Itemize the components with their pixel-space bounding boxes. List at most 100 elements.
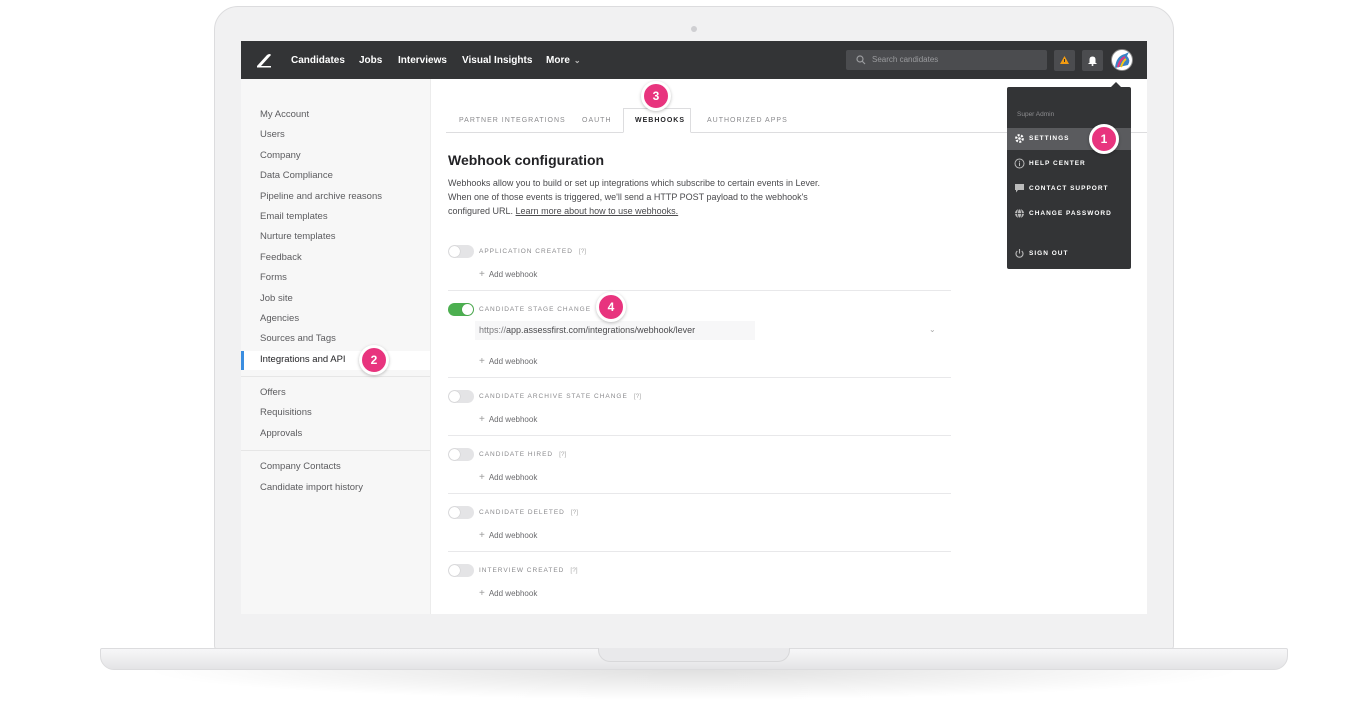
step-badge-1: 1 bbox=[1089, 124, 1119, 154]
role-label: Super Admin bbox=[1017, 111, 1055, 118]
sidebar-divider bbox=[241, 376, 430, 377]
search-icon bbox=[856, 55, 866, 65]
help-link[interactable]: [?] bbox=[579, 248, 586, 255]
plus-icon: + bbox=[479, 530, 485, 541]
sidebar-item-nurture-templates[interactable]: Nurture templates bbox=[260, 231, 336, 242]
help-link[interactable]: [?] bbox=[571, 509, 578, 516]
add-webhook-button[interactable]: + Add webhook bbox=[479, 588, 537, 599]
candidate-hired-toggle[interactable] bbox=[448, 448, 474, 461]
nav-interviews[interactable]: Interviews bbox=[398, 41, 447, 79]
search-input[interactable]: Search candidates bbox=[846, 50, 1047, 70]
info-icon bbox=[1014, 158, 1025, 169]
webhook-url-field[interactable]: https://app.assessfirst.com/integrations… bbox=[475, 321, 755, 340]
tab-webhooks[interactable]: WEBHOOKS bbox=[635, 117, 685, 124]
app-screen: Candidates Jobs Interviews Visual Insigh… bbox=[241, 41, 1147, 614]
page-title: Webhook configuration bbox=[448, 152, 605, 168]
menu-item-change-password[interactable]: CHANGE PASSWORD bbox=[1007, 203, 1131, 225]
help-link[interactable]: [?] bbox=[559, 451, 566, 458]
notifications-button[interactable] bbox=[1082, 50, 1103, 71]
event-label: CANDIDATE STAGE CHANGE bbox=[479, 306, 592, 313]
row-divider bbox=[448, 290, 951, 291]
toggle-knob bbox=[449, 507, 460, 518]
application-created-toggle[interactable] bbox=[448, 245, 474, 258]
step-badge-3: 3 bbox=[641, 81, 671, 111]
sidebar-item-users[interactable]: Users bbox=[260, 129, 285, 140]
add-webhook-button[interactable]: + Add webhook bbox=[479, 356, 537, 367]
menu-item-label: HELP CENTER bbox=[1029, 160, 1086, 167]
toggle-knob bbox=[449, 565, 460, 576]
laptop-notch bbox=[598, 648, 790, 662]
top-navigation-bar: Candidates Jobs Interviews Visual Insigh… bbox=[241, 41, 1147, 79]
nav-jobs[interactable]: Jobs bbox=[359, 41, 382, 79]
sidebar-item-my-account[interactable]: My Account bbox=[260, 109, 309, 120]
help-link[interactable]: [?] bbox=[634, 393, 641, 400]
gear-icon bbox=[1015, 134, 1024, 143]
tab-oauth[interactable]: OAUTH bbox=[582, 117, 612, 124]
interview-created-toggle[interactable] bbox=[448, 564, 474, 577]
event-name: APPLICATION CREATED bbox=[479, 248, 573, 255]
camera-icon bbox=[691, 26, 697, 32]
sidebar-item-integrations-api[interactable]: Integrations and API bbox=[260, 354, 346, 365]
row-divider bbox=[448, 493, 951, 494]
add-webhook-button[interactable]: + Add webhook bbox=[479, 269, 537, 280]
sidebar-divider bbox=[241, 450, 430, 451]
nav-more-label: More bbox=[546, 55, 570, 66]
power-icon bbox=[1015, 249, 1024, 258]
sidebar-item-agencies[interactable]: Agencies bbox=[260, 313, 299, 324]
add-webhook-button[interactable]: + Add webhook bbox=[479, 414, 537, 425]
tab-authorized-apps[interactable]: AUTHORIZED APPS bbox=[707, 117, 788, 124]
candidate-archive-state-change-toggle[interactable] bbox=[448, 390, 474, 403]
menu-item-label: CHANGE PASSWORD bbox=[1029, 210, 1112, 217]
sidebar-item-candidate-import-history[interactable]: Candidate import history bbox=[260, 482, 363, 493]
lever-logo-icon[interactable] bbox=[255, 52, 273, 68]
tab-partner-integrations[interactable]: PARTNER INTEGRATIONS bbox=[459, 117, 566, 124]
laptop-shadow bbox=[140, 670, 1248, 700]
warning-button[interactable] bbox=[1054, 50, 1075, 71]
settings-sidebar: My Account Users Company Data Compliance… bbox=[241, 79, 431, 614]
menu-item-contact-support[interactable]: CONTACT SUPPORT bbox=[1007, 178, 1131, 200]
nav-candidates[interactable]: Candidates bbox=[291, 41, 345, 79]
plus-icon: + bbox=[479, 269, 485, 280]
plus-icon: + bbox=[479, 414, 485, 425]
help-link[interactable]: [?] bbox=[570, 567, 577, 574]
candidate-stage-change-toggle[interactable] bbox=[448, 303, 474, 316]
plus-icon: + bbox=[479, 356, 485, 367]
sidebar-item-feedback[interactable]: Feedback bbox=[260, 252, 302, 263]
menu-item-help-center[interactable]: HELP CENTER bbox=[1007, 153, 1131, 175]
add-webhook-label: Add webhook bbox=[488, 589, 538, 598]
sidebar-item-forms[interactable]: Forms bbox=[260, 272, 287, 283]
unicorn-avatar-icon bbox=[1115, 52, 1130, 68]
add-webhook-label: Add webhook bbox=[488, 415, 538, 424]
learn-more-link[interactable]: Learn more about how to use webhooks. bbox=[516, 206, 679, 216]
user-dropdown-menu: Super Admin SETTINGS HELP CENTER CONTACT… bbox=[1007, 87, 1131, 269]
add-webhook-label: Add webhook bbox=[488, 531, 538, 540]
sidebar-item-offers[interactable]: Offers bbox=[260, 387, 286, 398]
sidebar-item-approvals[interactable]: Approvals bbox=[260, 428, 302, 439]
menu-item-sign-out[interactable]: SIGN OUT bbox=[1007, 243, 1131, 265]
nav-more[interactable]: More ⌄ bbox=[546, 41, 581, 79]
sidebar-item-email-templates[interactable]: Email templates bbox=[260, 211, 328, 222]
step-badge-4: 4 bbox=[596, 292, 626, 322]
add-webhook-button[interactable]: + Add webhook bbox=[479, 530, 537, 541]
event-name: CANDIDATE ARCHIVE STATE CHANGE bbox=[479, 393, 628, 400]
sidebar-item-data-compliance[interactable]: Data Compliance bbox=[260, 170, 333, 181]
nav-visual-insights[interactable]: Visual Insights bbox=[462, 41, 532, 79]
chevron-down-icon[interactable]: ⌄ bbox=[929, 325, 936, 334]
plus-icon: + bbox=[479, 588, 485, 599]
sidebar-item-sources-tags[interactable]: Sources and Tags bbox=[260, 333, 336, 344]
step-badge-2: 2 bbox=[359, 345, 389, 375]
add-webhook-button[interactable]: + Add webhook bbox=[479, 472, 537, 483]
candidate-deleted-toggle[interactable] bbox=[448, 506, 474, 519]
avatar[interactable] bbox=[1111, 49, 1133, 71]
event-label: CANDIDATE HIRED [?] bbox=[479, 451, 566, 458]
sidebar-item-company-contacts[interactable]: Company Contacts bbox=[260, 461, 341, 472]
plus-icon: + bbox=[479, 472, 485, 483]
sidebar-item-pipeline-archive-reasons[interactable]: Pipeline and archive reasons bbox=[260, 191, 382, 202]
sidebar-item-company[interactable]: Company bbox=[260, 150, 301, 161]
menu-item-label: SIGN OUT bbox=[1029, 250, 1069, 257]
row-divider bbox=[448, 377, 951, 378]
add-webhook-label: Add webhook bbox=[488, 357, 538, 366]
sidebar-item-job-site[interactable]: Job site bbox=[260, 293, 293, 304]
event-name: INTERVIEW CREATED bbox=[479, 567, 565, 574]
sidebar-item-requisitions[interactable]: Requisitions bbox=[260, 407, 312, 418]
